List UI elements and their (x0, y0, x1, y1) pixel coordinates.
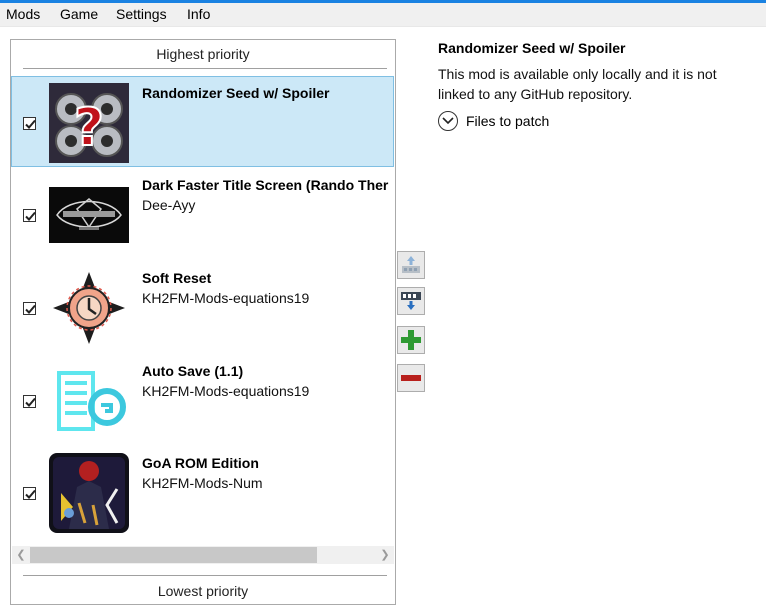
move-down-icon (401, 292, 421, 310)
move-up-button[interactable] (397, 251, 425, 279)
scrollbar-thumb[interactable] (30, 547, 317, 563)
remove-button[interactable] (397, 364, 425, 392)
mod-title: Soft Reset (142, 270, 212, 286)
mod-row-goa-rom[interactable]: GoA ROM Edition KH2FM-Mods-Num (11, 446, 394, 537)
add-icon (401, 330, 421, 350)
menu-bar: Mods Game Settings Info (0, 3, 766, 27)
scroll-right-icon[interactable]: ❯ (377, 547, 393, 563)
menu-mods[interactable]: Mods (4, 6, 42, 22)
scroll-left-icon[interactable]: ❮ (13, 547, 29, 563)
mod-checkbox[interactable] (23, 487, 36, 500)
mod-author: KH2FM-Mods-equations19 (142, 383, 310, 399)
mod-title: Auto Save (1.1) (142, 363, 244, 379)
bottom-separator (23, 575, 387, 576)
mod-row-auto-save[interactable]: Auto Save (1.1) KH2FM-Mods-equations19 (11, 354, 394, 445)
menu-game[interactable]: Game (58, 6, 100, 22)
kingdom-hearts-logo-icon (49, 175, 129, 255)
goa-rom-icon (49, 453, 129, 533)
mod-list-panel: Highest priority ? Randomizer Seed w/ Sp… (10, 39, 396, 605)
mod-author: KH2FM-Mods-Num (142, 475, 263, 491)
mod-checkbox[interactable] (23, 117, 36, 130)
add-button[interactable] (397, 326, 425, 354)
svg-text:?: ? (74, 98, 104, 158)
top-separator (23, 68, 387, 69)
move-up-icon (402, 256, 420, 273)
soft-reset-icon (49, 268, 129, 348)
menu-info[interactable]: Info (185, 6, 212, 22)
mod-list: ? Randomizer Seed w/ Spoiler Dark Faster… (11, 76, 395, 546)
files-to-patch-toggle[interactable]: Files to patch (438, 109, 549, 133)
highest-priority-label: Highest priority (156, 46, 250, 62)
mod-checkbox[interactable] (23, 209, 36, 222)
mod-author: Dee-Ayy (142, 197, 196, 213)
mod-author: KH2FM-Mods-equations19 (142, 290, 310, 306)
mod-row-dark-title[interactable]: Dark Faster Title Screen (Rando Ther Dee… (11, 168, 394, 259)
menu-settings[interactable]: Settings (114, 6, 169, 22)
lowest-priority-label: Lowest priority (157, 583, 249, 599)
mod-title: Randomizer Seed w/ Spoiler (142, 85, 330, 101)
move-down-button[interactable] (397, 287, 425, 315)
mod-row-soft-reset[interactable]: Soft Reset KH2FM-Mods-equations19 (11, 261, 394, 352)
randomizer-icon: ? (49, 83, 129, 163)
details-title: Randomizer Seed w/ Spoiler (438, 40, 626, 56)
mod-row-randomizer[interactable]: ? Randomizer Seed w/ Spoiler (11, 76, 394, 167)
chevron-down-icon (438, 111, 458, 131)
remove-icon (401, 375, 421, 381)
horizontal-scrollbar[interactable]: ❮ ❯ (12, 546, 394, 564)
details-description: This mod is available only locally and i… (438, 66, 717, 102)
mod-title: GoA ROM Edition (142, 455, 259, 471)
mod-title: Dark Faster Title Screen (Rando Ther (142, 177, 389, 193)
auto-save-icon (49, 361, 129, 441)
mod-checkbox[interactable] (23, 395, 36, 408)
mod-checkbox[interactable] (23, 302, 36, 315)
files-to-patch-label: Files to patch (466, 113, 550, 129)
